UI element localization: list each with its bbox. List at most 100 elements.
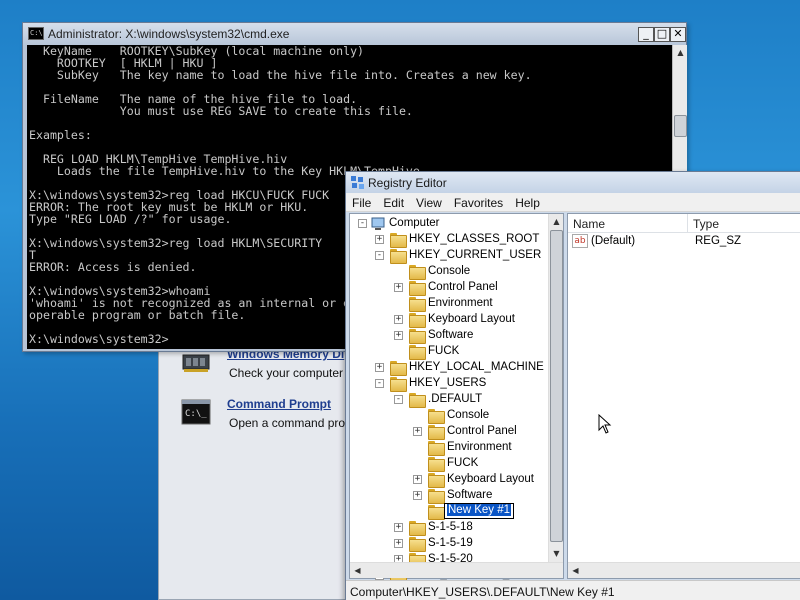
tree-scroll-thumb[interactable] — [550, 230, 563, 542]
tree-node[interactable]: + Software — [350, 488, 546, 504]
tree-node-label: Keyboard Layout — [428, 313, 515, 325]
tree-node[interactable]: + S-1-5-19 — [350, 536, 546, 552]
expand-icon[interactable]: + — [375, 363, 384, 372]
tree-node-label: Software — [428, 329, 474, 341]
folder-icon — [390, 377, 407, 392]
regedit-menubar: File Edit View Favorites Help — [346, 193, 800, 212]
folder-icon — [428, 457, 445, 472]
tree-node[interactable]: + S-1-5-18 — [350, 520, 546, 536]
console-line: Examples: — [29, 128, 92, 142]
scroll-up-arrow-icon[interactable]: ▲ — [674, 45, 687, 60]
cmd-window-title: Administrator: X:\windows\system32\cmd.e… — [48, 27, 290, 41]
folder-icon — [428, 409, 445, 424]
registry-values-pane[interactable]: Name Type ab (Default) REG_SZ ◀ — [567, 213, 800, 579]
value-row[interactable]: ab (Default) REG_SZ — [568, 234, 800, 250]
minimize-button[interactable]: _ — [638, 27, 654, 42]
tree-node[interactable]: + HKEY_CLASSES_ROOT — [350, 232, 546, 248]
folder-icon — [428, 505, 445, 520]
cmd-titlebar[interactable]: C:\ Administrator: X:\windows\system32\c… — [23, 23, 686, 45]
mouse-cursor-icon — [598, 414, 612, 434]
console-line: SubKey The key name to load the hive fil… — [29, 68, 532, 82]
tree-node-label: HKEY_CLASSES_ROOT — [409, 233, 540, 245]
registry-tree-pane[interactable]: - Computer + HKEY_CLASSES_ROOT - HKEY_CURRENT… — [349, 213, 564, 584]
regedit-titlebar[interactable]: Registry Editor — [346, 172, 800, 193]
folder-icon — [409, 537, 426, 552]
tree-node-label: HKEY_USERS — [409, 377, 487, 389]
tree-node[interactable]: + Keyboard Layout — [350, 472, 546, 488]
values-horizontal-scrollbar[interactable]: ◀ — [568, 562, 800, 578]
folder-icon — [428, 425, 445, 440]
tree-node[interactable]: Environment — [350, 440, 546, 456]
close-button[interactable]: ✕ — [670, 27, 686, 42]
folder-icon — [409, 297, 426, 312]
tree-node-label: Console — [447, 409, 490, 421]
tree-node[interactable]: + Software — [350, 328, 546, 344]
tree-node[interactable]: + Control Panel — [350, 424, 546, 440]
menu-edit[interactable]: Edit — [377, 193, 410, 212]
memory-diagnostic-description: Check your computer fo — [229, 366, 357, 380]
rename-key-input[interactable]: New Key #1 — [444, 503, 515, 519]
tree-node-label: FUCK — [447, 457, 479, 469]
command-prompt-link[interactable]: Command Prompt — [227, 397, 331, 411]
expand-icon[interactable]: + — [394, 539, 403, 548]
scroll-up-arrow-icon[interactable]: ▲ — [550, 214, 563, 229]
tree-node-label: Console — [428, 265, 471, 277]
expand-icon[interactable]: + — [394, 523, 403, 532]
tree-node[interactable]: + Keyboard Layout — [350, 312, 546, 328]
tree-node[interactable]: Environment — [350, 296, 546, 312]
expand-icon[interactable]: + — [413, 475, 422, 484]
tree-node[interactable]: - Computer — [350, 216, 546, 232]
expand-icon[interactable]: + — [394, 283, 403, 292]
tree-vertical-scrollbar[interactable]: ▲ ▼ — [548, 214, 563, 562]
folder-icon — [409, 521, 426, 536]
expand-icon[interactable]: + — [375, 235, 384, 244]
scroll-left-arrow-icon[interactable]: ◀ — [351, 563, 364, 578]
expand-icon[interactable]: + — [413, 491, 422, 500]
expand-icon[interactable]: + — [394, 331, 403, 340]
menu-help[interactable]: Help — [509, 193, 546, 212]
tree-node[interactable]: - .DEFAULT — [350, 392, 546, 408]
tree-node[interactable]: New Key #1 — [350, 503, 546, 520]
column-header-type[interactable]: Type — [688, 214, 800, 233]
folder-icon — [390, 233, 407, 248]
menu-favorites[interactable]: Favorites — [448, 193, 509, 212]
collapse-icon[interactable]: - — [375, 251, 384, 260]
column-header-name[interactable]: Name — [568, 214, 688, 233]
recovery-options-panel: Windows Memory Di Check your computer fo… — [158, 330, 368, 600]
folder-icon — [409, 265, 426, 280]
memory-chip-icon — [182, 354, 210, 372]
tree-node-label: Software — [447, 489, 493, 501]
status-bar: Computer\HKEY_USERS\.DEFAULT\New Key #1 — [346, 580, 800, 600]
tree-node[interactable]: - HKEY_CURRENT_USER — [350, 248, 546, 264]
tree-node[interactable]: FUCK — [350, 456, 546, 472]
scroll-left-arrow-icon[interactable]: ◀ — [569, 563, 582, 578]
command-prompt-description: Open a command promp — [229, 416, 362, 430]
scroll-thumb[interactable] — [674, 115, 687, 137]
tree-node[interactable]: FUCK — [350, 344, 546, 360]
tree-horizontal-scrollbar[interactable]: ◀ — [350, 562, 563, 578]
tree-node[interactable]: Console — [350, 264, 546, 280]
collapse-icon[interactable]: - — [375, 379, 384, 388]
menu-file[interactable]: File — [346, 193, 377, 212]
tree-node-label: HKEY_LOCAL_MACHINE — [409, 361, 544, 373]
scroll-down-arrow-icon[interactable]: ▼ — [550, 546, 563, 561]
expand-icon[interactable]: + — [394, 315, 403, 324]
maximize-button[interactable]: □ — [654, 27, 670, 42]
expand-icon[interactable]: + — [413, 427, 422, 436]
computer-icon — [371, 217, 385, 230]
folder-icon — [428, 441, 445, 456]
menu-view[interactable]: View — [410, 193, 448, 212]
tree-node[interactable]: Console — [350, 408, 546, 424]
collapse-icon[interactable]: - — [394, 395, 403, 404]
folder-icon — [409, 281, 426, 296]
tree-node-label: Computer — [389, 217, 440, 229]
tree-node-label: .DEFAULT — [428, 393, 483, 405]
folder-icon — [409, 313, 426, 328]
tree-node[interactable]: + HKEY_LOCAL_MACHINE — [350, 360, 546, 376]
folder-icon — [390, 249, 407, 264]
tree-node[interactable]: + Control Panel — [350, 280, 546, 296]
regedit-window-title: Registry Editor — [368, 176, 447, 190]
tree-node[interactable]: - HKEY_USERS — [350, 376, 546, 392]
collapse-icon[interactable]: - — [358, 219, 367, 228]
registry-editor-window[interactable]: Registry Editor File Edit View Favorites Hel… — [345, 171, 800, 600]
